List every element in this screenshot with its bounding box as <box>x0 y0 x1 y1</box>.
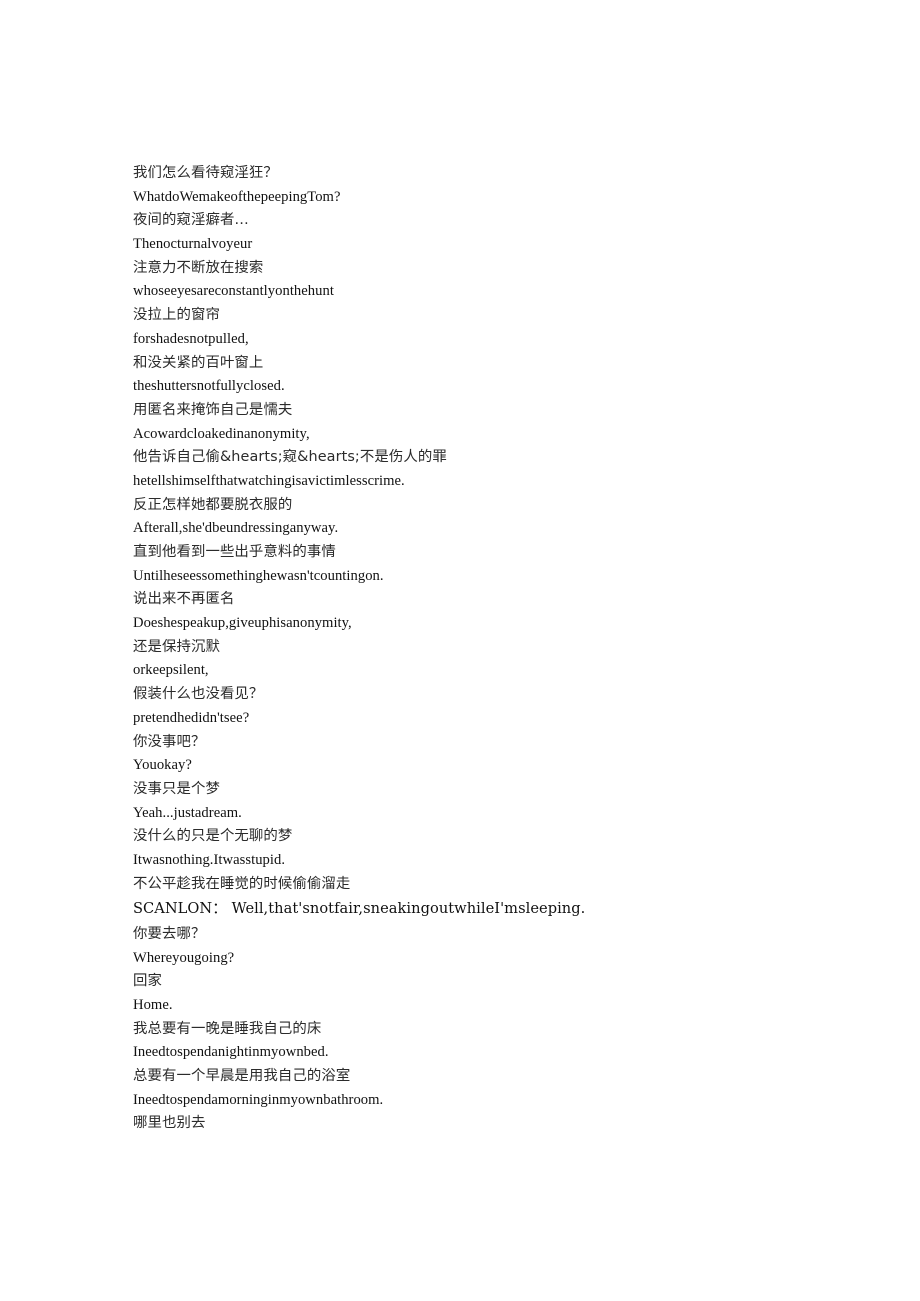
transcript-line: Whereyougoing? <box>133 949 235 966</box>
transcript-line: SCANLON： Well,that'snotfair,sneakingoutw… <box>133 900 586 918</box>
transcript-line: orkeepsilent, <box>133 662 209 679</box>
document-page: 我们怎么看待窥淫狂？ WhatdoWemakeofthepeepingTom? 夜间… <box>0 0 920 1301</box>
transcript-line: 他告诉自己偷&hearts;窥&hearts;不是伤人的罪 <box>133 449 447 466</box>
transcript-line: 我们怎么看待窥淫狂？ <box>133 165 278 181</box>
transcript-line: 夜间的窥淫癖者… <box>133 212 249 229</box>
transcript-line: 我总要有一晚是睡我自己的床 <box>133 1020 322 1037</box>
transcript-line: Youokay? <box>133 757 192 774</box>
transcript-line: forshadesnotpulled, <box>133 330 249 347</box>
transcript-line: 总要有一个早晨是用我自己的浴室 <box>133 1067 351 1084</box>
transcript-line: 反正怎样她都要脱衣服的 <box>133 496 293 513</box>
transcript-line: Untilheseessomethinghewasn'tcountingon. <box>133 567 384 584</box>
transcript-line: theshuttersnotfullyclosed. <box>133 378 285 395</box>
transcript-line: Ineedtospendamorninginmyownbathroom. <box>133 1091 384 1108</box>
transcript-line: 和没关紧的百叶窗上 <box>133 354 264 371</box>
transcript-line: Thenocturnalvoyeur <box>133 236 253 253</box>
transcript-line: 不公平趁我在睡觉的时候偷偷溜走 <box>133 875 351 892</box>
transcript-line: 没什么的只是个无聊的梦 <box>133 828 293 845</box>
transcript-line: 说出来不再匿名 <box>133 591 235 608</box>
bilingual-transcript: 我们怎么看待窥淫狂？ WhatdoWemakeofthepeepingTom? 夜间… <box>133 162 853 1136</box>
transcript-line: Afterall,she'dbeundressinganyway. <box>133 520 339 537</box>
transcript-line: 回家 <box>133 973 162 990</box>
transcript-line: 你没事吧？ <box>133 733 206 750</box>
transcript-line: WhatdoWemakeofthepeepingTom? <box>133 188 341 205</box>
transcript-line: 你要去哪？ <box>133 925 206 942</box>
transcript-line: hetellshimselfthatwatchingisavictimlessc… <box>133 472 405 489</box>
transcript-line: pretendhedidn'tsee? <box>133 709 250 726</box>
transcript-line: 没事只是个梦 <box>133 780 220 797</box>
transcript-line: Yeah...justadream. <box>133 804 242 821</box>
transcript-line: whoseeyesareconstantlyonthehunt <box>133 283 334 300</box>
transcript-line: 用匿名来掩饰自己是懦夫 <box>133 401 293 418</box>
transcript-line: 假装什么也没看见？ <box>133 686 264 703</box>
transcript-line: 哪里也别去 <box>133 1115 206 1132</box>
transcript-line: 注意力不断放在搜索 <box>133 259 264 276</box>
transcript-line: Home. <box>133 996 173 1013</box>
transcript-line: 没拉上的窗帘 <box>133 307 220 324</box>
transcript-line: 直到他看到一些出乎意料的事情 <box>133 544 336 560</box>
transcript-line: Ineedtospendanightinmyownbed. <box>133 1044 329 1061</box>
transcript-line: Itwasnothing.Itwasstupid. <box>133 851 286 868</box>
transcript-line: Acowardcloakedinanonymity, <box>133 425 310 442</box>
transcript-line: 还是保持沉默 <box>133 638 220 655</box>
transcript-line: Doeshespeakup,giveuphisanonymity, <box>133 615 352 632</box>
